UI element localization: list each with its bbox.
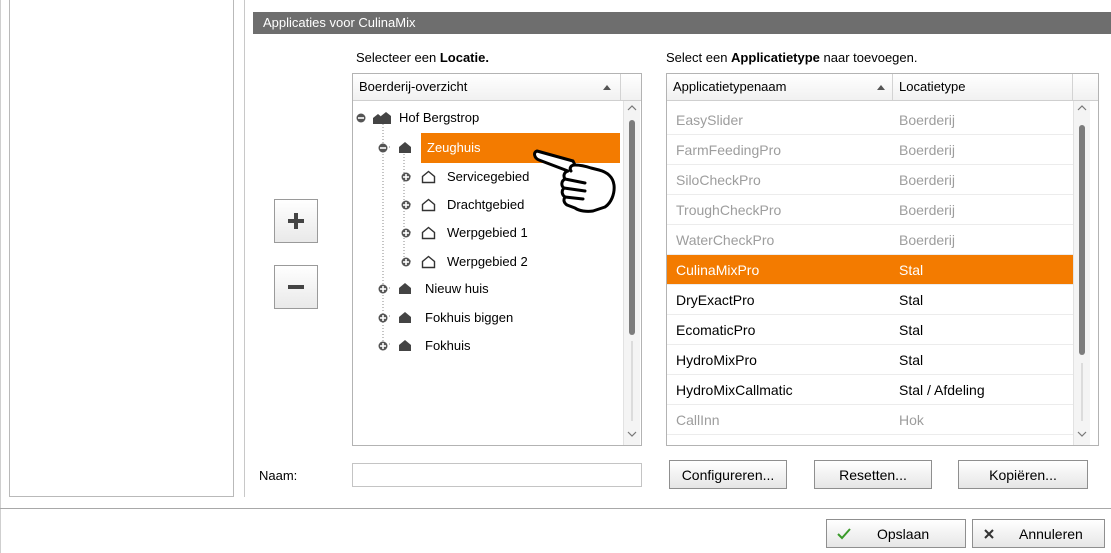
table-row-easyslider[interactable]: EasySlider Boerderij bbox=[667, 105, 1073, 135]
applicatietype-prompt: Select een Applicatietype naar toevoegen… bbox=[666, 50, 918, 65]
application-type-table[interactable]: Applicatietypenaam Locatietype EasySlide… bbox=[666, 73, 1099, 446]
reset-button[interactable]: Resetten... bbox=[814, 460, 932, 489]
table-row-farmfeedingpro[interactable]: FarmFeedingPro Boerderij bbox=[667, 135, 1073, 165]
remove-button[interactable] bbox=[274, 265, 318, 309]
house-outline-icon bbox=[421, 255, 436, 269]
house-filled-icon bbox=[399, 312, 411, 323]
tree-scroll-thumb[interactable] bbox=[629, 120, 635, 335]
expand-icon[interactable] bbox=[401, 200, 411, 210]
window-edge bbox=[0, 0, 1, 553]
footer-separator bbox=[0, 508, 1111, 509]
close-icon bbox=[984, 528, 994, 539]
pointing-hand-icon bbox=[533, 149, 616, 213]
copy-button[interactable]: Kopiëren... bbox=[958, 460, 1088, 489]
scroll-down-icon[interactable] bbox=[627, 430, 637, 438]
farm-icon bbox=[373, 112, 391, 124]
house-outline-icon bbox=[421, 226, 436, 240]
scroll-track bbox=[1081, 363, 1083, 421]
minus-icon bbox=[288, 285, 304, 289]
house-filled-icon bbox=[399, 142, 411, 153]
table-row-watercheckpro[interactable]: WaterCheckPro Boerderij bbox=[667, 225, 1073, 255]
house-filled-icon bbox=[399, 340, 411, 351]
expand-icon[interactable] bbox=[378, 284, 388, 294]
checkmark-icon bbox=[837, 527, 851, 539]
sort-ascending-icon bbox=[603, 85, 611, 90]
tree-node-werpgebied-2[interactable]: Werpgebied 2 bbox=[353, 251, 623, 273]
tree-node-fokhuis-biggen[interactable]: Fokhuis biggen bbox=[353, 307, 623, 329]
expand-icon[interactable] bbox=[401, 257, 411, 267]
table-row-dryexactpro[interactable]: DryExactPro Stal bbox=[667, 285, 1073, 315]
table-row-callinn[interactable]: CallInn Hok bbox=[667, 405, 1073, 435]
tree-node-nieuw-huis[interactable]: Nieuw huis bbox=[353, 278, 623, 300]
expand-icon[interactable] bbox=[401, 172, 411, 182]
table-row-partial bbox=[667, 435, 1073, 445]
table-row-ecomaticpro[interactable]: EcomaticPro Stal bbox=[667, 315, 1073, 345]
plus-icon bbox=[288, 213, 304, 229]
add-button[interactable] bbox=[274, 199, 318, 243]
tree-node-werpgebied-1[interactable]: Werpgebied 1 bbox=[353, 222, 623, 244]
configure-button[interactable]: Configureren... bbox=[669, 460, 787, 489]
left-navigation-panel bbox=[9, 0, 234, 497]
tree-node-fokhuis[interactable]: Fokhuis bbox=[353, 335, 623, 357]
table-row-hydromixpro[interactable]: HydroMixPro Stal bbox=[667, 345, 1073, 375]
scroll-down-icon[interactable] bbox=[1077, 430, 1087, 438]
save-button[interactable]: Opslaan bbox=[826, 519, 966, 548]
location-tree[interactable]: Boerderij-overzicht Hof Bergstrop Zeughu… bbox=[352, 73, 642, 446]
house-outline-icon bbox=[421, 198, 436, 212]
app-table-header: Applicatietypenaam Locatietype bbox=[667, 74, 1098, 101]
table-row-silocheckpro[interactable]: SiloCheckPro Boerderij bbox=[667, 165, 1073, 195]
column-header-locatietype[interactable]: Locatietype bbox=[893, 74, 1073, 100]
tree-node-hof-bergstrop[interactable]: Hof Bergstrop bbox=[353, 107, 623, 129]
locatie-prompt: Selecteer een Locatie. bbox=[356, 50, 489, 65]
table-row-hydromixcallmatic[interactable]: HydroMixCallmatic Stal / Afdeling bbox=[667, 375, 1073, 405]
tree-header: Boerderij-overzicht bbox=[353, 74, 641, 101]
scroll-track bbox=[631, 341, 633, 421]
collapse-icon[interactable] bbox=[378, 143, 388, 153]
house-filled-icon bbox=[399, 283, 411, 294]
scroll-up-icon[interactable] bbox=[627, 104, 637, 112]
dialog-title-bar: Applicaties voor CulinaMix bbox=[253, 12, 1111, 34]
tree-scrollbar[interactable] bbox=[623, 101, 640, 445]
house-outline-icon bbox=[421, 170, 436, 184]
expand-icon[interactable] bbox=[378, 313, 388, 323]
expand-icon[interactable] bbox=[378, 341, 388, 351]
collapse-icon[interactable] bbox=[356, 113, 366, 123]
naam-label: Naam: bbox=[259, 468, 298, 483]
naam-input[interactable] bbox=[352, 463, 642, 487]
sort-ascending-icon bbox=[877, 85, 885, 90]
scroll-up-icon[interactable] bbox=[1077, 104, 1087, 112]
app-table-scroll-thumb[interactable] bbox=[1079, 125, 1085, 355]
column-header-boerderij[interactable]: Boerderij-overzicht bbox=[353, 74, 621, 100]
table-row-troughcheckpro[interactable]: TroughCheckPro Boerderij bbox=[667, 195, 1073, 225]
expand-icon[interactable] bbox=[401, 228, 411, 238]
cancel-button[interactable]: Annuleren bbox=[972, 519, 1105, 548]
table-row-culinamixpro[interactable]: CulinaMixPro Stal bbox=[667, 255, 1073, 285]
column-header-applicatietypenaam[interactable]: Applicatietypenaam bbox=[667, 74, 893, 100]
app-table-scrollbar[interactable] bbox=[1073, 101, 1090, 445]
dialog-title: Applicaties voor CulinaMix bbox=[263, 15, 416, 30]
